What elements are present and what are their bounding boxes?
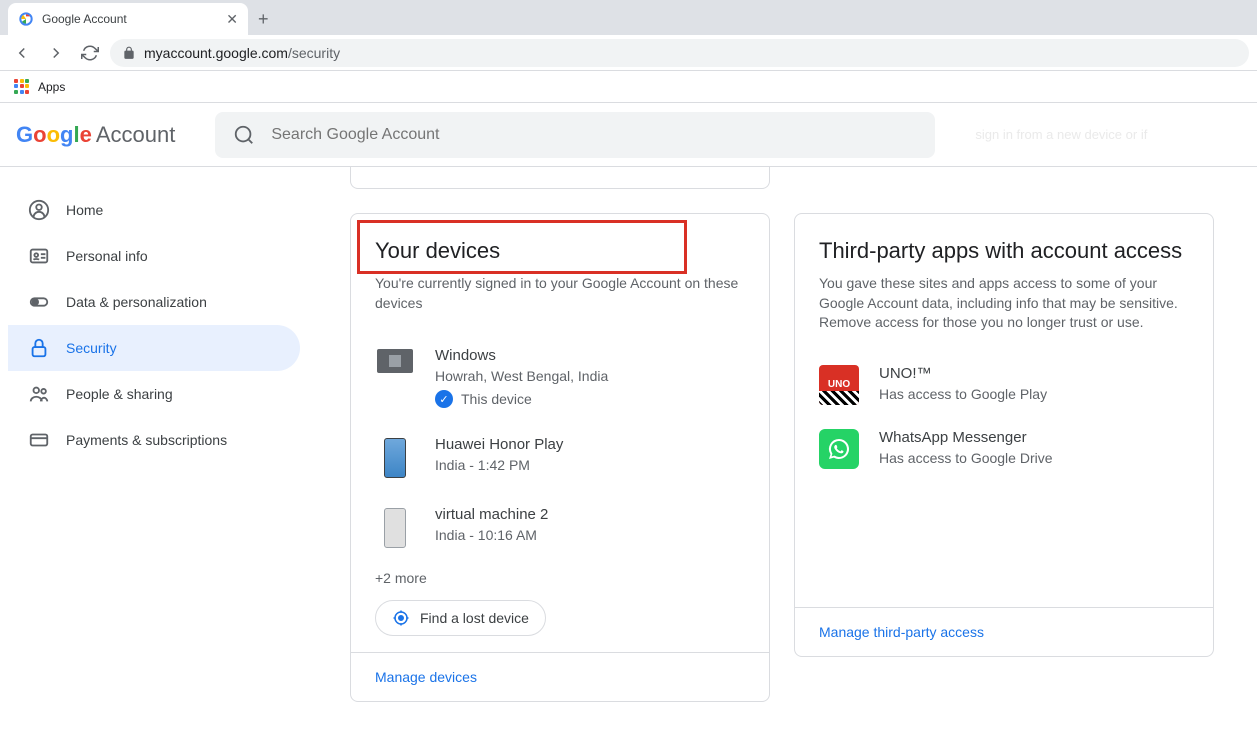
sidebar-item-label: Security [66, 340, 117, 356]
main-content: Your devices You're currently signed in … [300, 167, 1257, 732]
phone-icon [375, 436, 415, 478]
lock-icon [28, 337, 50, 359]
new-tab-button[interactable]: + [248, 3, 279, 35]
browser-toolbar: myaccount.google.com/security [0, 35, 1257, 71]
forward-button[interactable] [42, 39, 70, 67]
laptop-icon [375, 347, 415, 373]
sidebar-item-people-sharing[interactable]: People & sharing [8, 371, 300, 417]
app-name: UNO!™ [879, 365, 1047, 382]
uno-app-icon: UNO [819, 365, 859, 405]
card-icon [28, 429, 50, 451]
app-row[interactable]: WhatsApp Messenger Has access to Google … [819, 417, 1189, 481]
manage-devices-link[interactable]: Manage devices [375, 669, 477, 685]
google-account-logo[interactable]: Google Account [16, 122, 175, 148]
find-lost-device-button[interactable]: Find a lost device [375, 600, 546, 636]
search-input[interactable] [271, 126, 917, 144]
app-desc: Has access to Google Play [879, 386, 1047, 402]
bookmarks-apps-label[interactable]: Apps [38, 80, 65, 94]
browser-tab[interactable]: Google Account ✕ [8, 3, 248, 35]
url-bar[interactable]: myaccount.google.com/security [110, 39, 1249, 67]
reload-button[interactable] [76, 39, 104, 67]
device-name: Huawei Honor Play [435, 436, 745, 453]
app-desc: Has access to Google Drive [879, 450, 1053, 466]
device-row[interactable]: Windows Howrah, West Bengal, India ✓ Thi… [375, 333, 745, 422]
back-button[interactable] [8, 39, 36, 67]
search-box[interactable] [215, 112, 935, 158]
bookmarks-bar: Apps [0, 71, 1257, 103]
toggle-icon [28, 291, 50, 313]
manage-third-party-link[interactable]: Manage third-party access [819, 624, 984, 640]
apps-grid-icon[interactable] [14, 79, 30, 95]
search-icon [233, 124, 255, 146]
third-party-apps-card: Third-party apps with account access You… [794, 213, 1214, 657]
card-title: Your devices [375, 238, 745, 264]
google-favicon-icon [18, 11, 34, 27]
app-name: WhatsApp Messenger [879, 429, 1053, 446]
device-meta: Howrah, West Bengal, India [435, 368, 745, 384]
user-circle-icon [28, 199, 50, 221]
phone-icon [375, 506, 415, 548]
sidebar-item-label: Data & personalization [66, 294, 207, 310]
close-tab-icon[interactable]: ✕ [226, 11, 238, 28]
your-devices-card: Your devices You're currently signed in … [350, 213, 770, 702]
header-hint: sign in from a new device or if [975, 127, 1147, 142]
device-meta: India - 10:16 AM [435, 527, 745, 543]
sidebar-item-personal-info[interactable]: Personal info [8, 233, 300, 279]
previous-card-stub [350, 167, 770, 189]
sidebar-item-security[interactable]: Security [8, 325, 300, 371]
device-name: Windows [435, 347, 745, 364]
card-subtitle: You're currently signed in to your Googl… [375, 274, 745, 313]
sidebar-item-payments[interactable]: Payments & subscriptions [8, 417, 300, 463]
more-devices-link[interactable]: +2 more [375, 562, 745, 600]
sidebar-item-label: Personal info [66, 248, 148, 264]
people-icon [28, 383, 50, 405]
sidebar-item-home[interactable]: Home [8, 187, 300, 233]
check-icon: ✓ [435, 390, 453, 408]
tab-title: Google Account [42, 12, 218, 26]
url-text: myaccount.google.com/security [144, 45, 340, 61]
app-row[interactable]: UNO UNO!™ Has access to Google Play [819, 353, 1189, 417]
this-device-badge: ✓ This device [435, 390, 745, 408]
target-icon [392, 609, 410, 627]
sidebar-item-label: People & sharing [66, 386, 173, 402]
sidebar-item-label: Home [66, 202, 103, 218]
lock-icon [122, 46, 136, 60]
device-row[interactable]: Huawei Honor Play India - 1:42 PM [375, 422, 745, 492]
card-subtitle: You gave these sites and apps access to … [819, 274, 1189, 333]
app-header: Google Account sign in from a new device… [0, 103, 1257, 167]
sidebar-item-data-personalization[interactable]: Data & personalization [8, 279, 300, 325]
browser-tab-strip: Google Account ✕ + [0, 0, 1257, 35]
device-name: virtual machine 2 [435, 506, 745, 523]
device-meta: India - 1:42 PM [435, 457, 745, 473]
sidebar: Home Personal info Data & personalizatio… [0, 167, 300, 732]
card-title: Third-party apps with account access [819, 238, 1189, 264]
whatsapp-app-icon [819, 429, 859, 469]
id-card-icon [28, 245, 50, 267]
device-row[interactable]: virtual machine 2 India - 10:16 AM [375, 492, 745, 562]
sidebar-item-label: Payments & subscriptions [66, 432, 227, 448]
